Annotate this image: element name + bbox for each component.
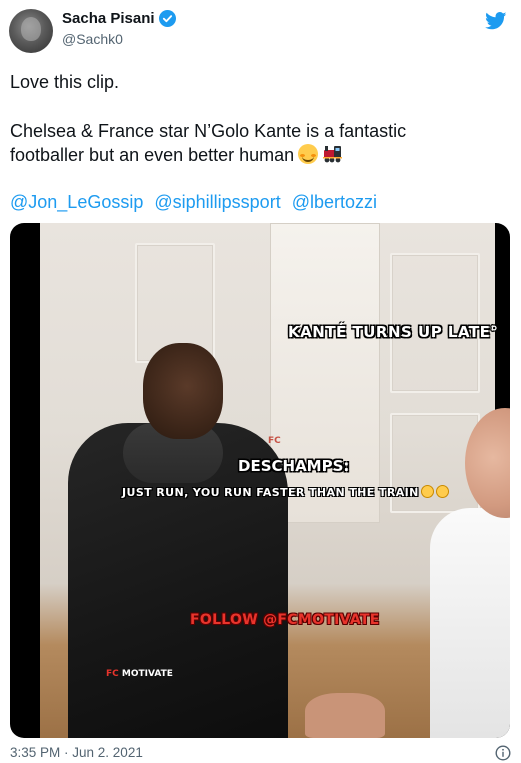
steam-locomotive-icon: [323, 146, 343, 163]
tweet-text-paragraph: Chelsea & France star N’Golo Kante is a …: [10, 119, 510, 167]
hand: [305, 693, 385, 738]
person-left-head: [143, 343, 223, 439]
laughing-face-icon: [420, 485, 434, 498]
winking-face-icon: [435, 485, 449, 498]
watermark-bottom: FC MOTIVATE: [106, 669, 173, 679]
twitter-bird-icon[interactable]: [485, 12, 507, 30]
mention-link-siphillipssport[interactable]: @siphillipssport: [154, 192, 280, 212]
author-display-name[interactable]: Sacha Pisani: [62, 10, 155, 27]
watermark-top: FC: [268, 436, 281, 446]
video-caption-top: KANTÉ TURNS UP LATE°: [288, 323, 499, 341]
video-caption-speaker: DESCHAMPS:: [238, 457, 350, 475]
author-name-row: Sacha Pisani: [62, 10, 176, 27]
mentions-line: @Jon_LeGossip @siphillipssport @lbertozz…: [10, 190, 510, 214]
info-icon[interactable]: [495, 745, 511, 761]
tweet-timestamp[interactable]: 3:35 PM · Jun 2. 2021: [10, 745, 143, 760]
tweet-text-line-3-text: footballer but an even better human: [10, 145, 295, 165]
white-shirt: [430, 508, 510, 738]
tweet-card: Sacha Pisani @Sachk0 Love this clip. Che…: [0, 0, 521, 763]
smiling-face-with-blush-icon: [298, 144, 319, 164]
tweet-text-line-2: Chelsea & France star N’Golo Kante is a …: [10, 121, 407, 141]
video-follow-cta: FOLLOW @FCMOTIVATE: [190, 612, 380, 628]
video-caption-quote: JUST RUN, YOU RUN FASTER THAN THE TRAIN: [122, 485, 449, 499]
person-right: [430, 408, 510, 738]
video-caption-quote-text: JUST RUN, YOU RUN FASTER THAN THE TRAIN: [122, 486, 419, 499]
mention-link-jon-legossip[interactable]: @Jon_LeGossip: [10, 192, 143, 212]
tweet-text-line-3: footballer but an even better human: [10, 143, 510, 167]
video-player[interactable]: KANTÉ TURNS UP LATE° FC DESCHAMPS: JUST …: [10, 223, 510, 738]
video-frame: KANTÉ TURNS UP LATE° FC DESCHAMPS: JUST …: [40, 223, 510, 738]
mention-link-lbertozzi[interactable]: @lbertozzi: [292, 192, 377, 212]
tweet-text-line-1: Love this clip.: [10, 72, 120, 92]
author-handle[interactable]: @Sachk0: [62, 31, 123, 47]
verified-badge-icon: [158, 10, 176, 27]
avatar[interactable]: [9, 9, 53, 53]
person-right-head: [465, 408, 510, 518]
person-left: [68, 343, 288, 738]
